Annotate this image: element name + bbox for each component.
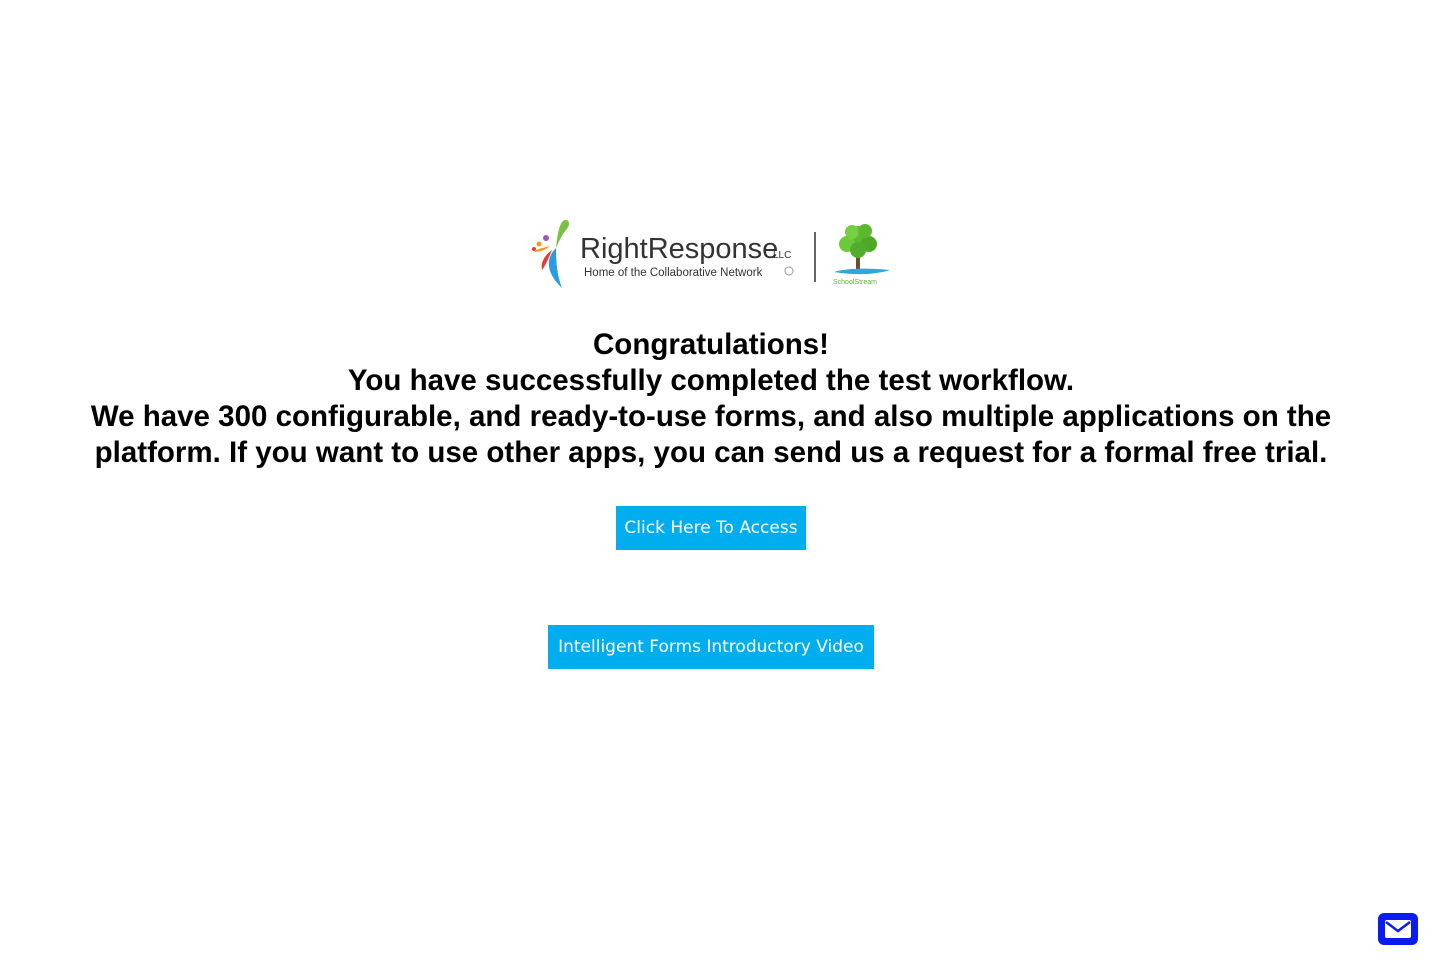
- completion-message: Congratulations! You have successfully c…: [0, 327, 1422, 471]
- access-button[interactable]: Click Here To Access: [616, 506, 806, 550]
- page: RightResponse LLC Home of the Collaborat…: [0, 0, 1438, 969]
- mail-icon: [1385, 920, 1411, 938]
- brand-tagline: Home of the Collaborative Network: [584, 267, 763, 279]
- message-line-completed: You have successfully completed the test…: [347, 364, 1075, 397]
- partner-name: SchoolStream: [833, 279, 877, 286]
- brand-suffix: LLC: [773, 250, 791, 261]
- petal-mark-icon: [532, 219, 569, 288]
- message-line-forms: We have 300 configurable, and ready-to-u…: [90, 400, 1332, 433]
- logo: RightResponse LLC Home of the Collaborat…: [528, 218, 894, 290]
- message-line-trial: platform. If you want to use other apps,…: [94, 436, 1328, 469]
- copyright-mark-icon: [784, 266, 794, 276]
- rightresponse-logo-graphic: RightResponse LLC Home of the Collaborat…: [532, 219, 890, 288]
- brand-name: RightResponse: [580, 233, 778, 265]
- tree-icon: [834, 224, 890, 275]
- message-heading: Congratulations!: [593, 328, 829, 361]
- intro-video-button[interactable]: Intelligent Forms Introductory Video: [548, 625, 874, 669]
- contact-mail-button[interactable]: [1378, 913, 1418, 945]
